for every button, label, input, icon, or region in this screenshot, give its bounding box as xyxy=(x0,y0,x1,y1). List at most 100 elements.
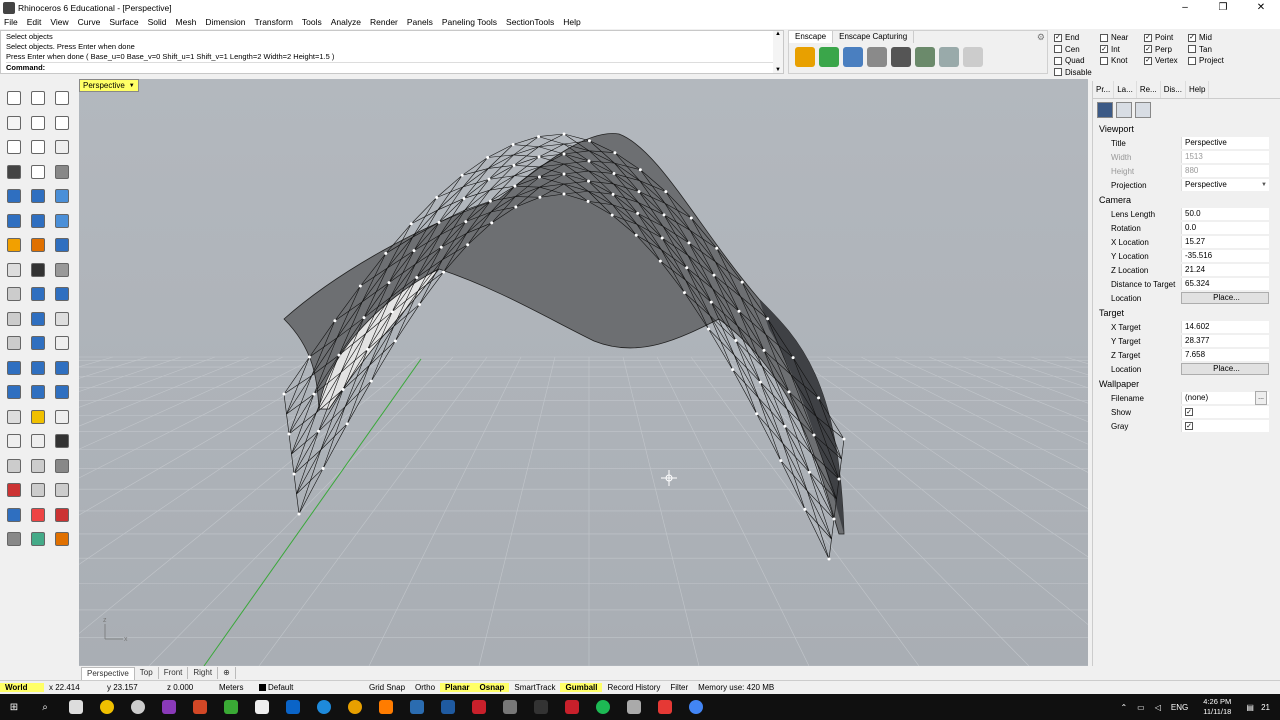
tool-icon[interactable] xyxy=(28,505,48,525)
tab-help[interactable]: Help xyxy=(1186,81,1210,98)
cplane-indicator[interactable]: World xyxy=(0,682,44,692)
menu-section-tools[interactable]: SectionTools xyxy=(506,17,554,27)
menu-surface[interactable]: Surface xyxy=(109,17,138,27)
tool-icon[interactable] xyxy=(4,358,24,378)
checkbox-icon[interactable]: ✓ xyxy=(1144,33,1152,42)
osnap-vertex[interactable]: ✓ Vertex xyxy=(1144,55,1188,67)
maximize-icon[interactable]: ❐ xyxy=(1204,0,1242,15)
revit-icon[interactable] xyxy=(437,698,459,716)
layer-selector[interactable]: Default xyxy=(254,683,364,692)
checkbox-icon[interactable]: ✓ xyxy=(1188,33,1196,42)
tool-icon[interactable] xyxy=(4,211,24,231)
planar-toggle[interactable]: Planar xyxy=(440,682,475,692)
screen-recorder-icon[interactable] xyxy=(654,698,676,716)
tool-icon[interactable] xyxy=(4,113,24,133)
osnap-disable[interactable]: Disable xyxy=(1054,67,1144,79)
spotify-icon[interactable] xyxy=(592,698,614,716)
tool-icon[interactable] xyxy=(4,529,24,549)
tool-icon[interactable] xyxy=(52,211,72,231)
tool-icon[interactable] xyxy=(52,309,72,329)
powerpoint-icon[interactable] xyxy=(189,698,211,716)
gear-icon[interactable]: ⚙ xyxy=(1037,32,1045,43)
tool-icon[interactable] xyxy=(52,431,72,451)
tool-icon[interactable] xyxy=(52,235,72,255)
grid-snap-toggle[interactable]: Grid Snap xyxy=(364,683,410,692)
enscape-start-icon[interactable] xyxy=(795,47,815,67)
input-language[interactable]: ENG xyxy=(1171,703,1188,712)
menu-help[interactable]: Help xyxy=(563,17,580,27)
x-location-field[interactable]: 15.27 xyxy=(1181,236,1269,248)
clock[interactable]: 4:26 PM 11/11/18 xyxy=(1198,697,1236,717)
menu-solid[interactable]: Solid xyxy=(148,17,167,27)
browse-button[interactable]: ... xyxy=(1255,391,1267,405)
chevron-up-icon[interactable]: ⌃ xyxy=(1120,703,1127,712)
grasshopper-icon[interactable] xyxy=(499,698,521,716)
enscape-feedback-icon[interactable] xyxy=(963,47,983,67)
acrobat-icon[interactable] xyxy=(468,698,490,716)
osnap-perp[interactable]: ✓ Perp xyxy=(1144,44,1188,56)
menu-mesh[interactable]: Mesh xyxy=(176,17,197,27)
checkbox-icon[interactable] xyxy=(1188,45,1196,54)
menu-view[interactable]: View xyxy=(50,17,68,27)
tool-icon[interactable] xyxy=(52,333,72,353)
tool-icon[interactable] xyxy=(28,309,48,329)
menu-analyze[interactable]: Analyze xyxy=(331,17,361,27)
tool-icon[interactable] xyxy=(52,407,72,427)
minimize-icon[interactable]: – xyxy=(1166,0,1204,15)
outlook-icon[interactable] xyxy=(282,698,304,716)
tool-icon[interactable] xyxy=(28,235,48,255)
tool-icon[interactable] xyxy=(4,505,24,525)
tool-icon[interactable] xyxy=(4,456,24,476)
menu-dimension[interactable]: Dimension xyxy=(205,17,245,27)
command-scrollbar[interactable]: ▲ ▼ xyxy=(773,31,783,73)
checkbox-icon[interactable]: ✓ xyxy=(1054,33,1062,42)
tool-icon[interactable] xyxy=(52,382,72,402)
tool-icon[interactable] xyxy=(4,162,24,182)
add-viewport-icon[interactable]: ⊕ xyxy=(218,667,236,679)
scroll-up-icon[interactable]: ▲ xyxy=(775,31,781,37)
tool-icon[interactable] xyxy=(52,162,72,182)
enscape-screenshot-icon[interactable] xyxy=(867,47,887,67)
menu-paneling-tools[interactable]: Paneling Tools xyxy=(442,17,497,27)
scroll-down-icon[interactable]: ▼ xyxy=(775,67,781,73)
osnap-int[interactable]: ✓ Int xyxy=(1100,44,1144,56)
z-target-field[interactable]: 7.658 xyxy=(1181,349,1269,361)
object-properties-icon[interactable] xyxy=(1135,102,1151,118)
tool-icon[interactable] xyxy=(52,480,72,500)
ortho-toggle[interactable]: Ortho xyxy=(410,683,440,692)
volume-icon[interactable]: ◁ xyxy=(1155,703,1161,712)
tool-icon[interactable] xyxy=(28,529,48,549)
tool-icon[interactable] xyxy=(52,456,72,476)
tool-icon[interactable] xyxy=(4,235,24,255)
chevron-down-icon[interactable]: ▼ xyxy=(129,83,135,89)
tool-icon[interactable] xyxy=(4,333,24,353)
osnap-quad[interactable]: Quad xyxy=(1054,55,1100,67)
filename-field[interactable]: (none)... xyxy=(1181,391,1269,405)
checkbox-icon[interactable] xyxy=(1054,56,1062,65)
osnap-point[interactable]: ✓ Point xyxy=(1144,32,1188,44)
gray-checkbox[interactable]: ✓ xyxy=(1185,422,1193,430)
projection-select[interactable]: Perspective ▼ xyxy=(1181,179,1269,191)
tool-icon[interactable] xyxy=(4,382,24,402)
tool-icon[interactable] xyxy=(52,529,72,549)
onedrive-icon[interactable] xyxy=(251,698,273,716)
osnap-project[interactable]: Project xyxy=(1188,55,1248,67)
tool-icon[interactable] xyxy=(4,480,24,500)
tab-top[interactable]: Top xyxy=(135,667,159,679)
smarttrack-toggle[interactable]: SmartTrack xyxy=(509,683,560,692)
tool-icon[interactable] xyxy=(52,113,72,133)
tool-icon[interactable] xyxy=(4,260,24,280)
menu-transform[interactable]: Transform xyxy=(254,17,292,27)
tool-icon[interactable] xyxy=(4,431,24,451)
viewport-canvas[interactable]: z x xyxy=(79,79,1088,666)
chrome-icon[interactable] xyxy=(127,698,149,716)
checkbox-icon[interactable]: ✓ xyxy=(1144,56,1152,65)
tab-enscape-capturing[interactable]: Enscape Capturing xyxy=(833,31,915,43)
distance-to-target-field[interactable]: 65.324 xyxy=(1181,278,1269,290)
y-target-field[interactable]: 28.377 xyxy=(1181,335,1269,347)
tool-icon[interactable] xyxy=(28,186,48,206)
search-icon[interactable]: ⌕ xyxy=(34,698,56,716)
filter-toggle[interactable]: Filter xyxy=(665,683,693,692)
camera-place-button[interactable]: Place... xyxy=(1181,292,1269,304)
osnap-near[interactable]: Near xyxy=(1100,32,1144,44)
